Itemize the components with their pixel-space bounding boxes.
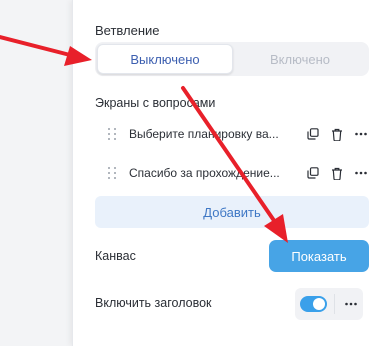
canvas-area	[0, 0, 72, 346]
show-canvas-button[interactable]: Показать	[269, 240, 369, 272]
more-horizontal-icon[interactable]	[353, 126, 369, 142]
header-toggle-switch[interactable]	[300, 296, 328, 312]
copy-icon[interactable]	[305, 165, 321, 181]
drag-handle-icon[interactable]	[105, 127, 119, 141]
screen-item[interactable]: Спасибо за прохождение...	[95, 159, 369, 187]
header-toggle-group	[295, 288, 363, 320]
branching-label: Ветвление	[95, 23, 160, 38]
copy-icon[interactable]	[305, 126, 321, 142]
canvas-label: Канвас	[95, 249, 136, 263]
settings-panel: Ветвление Выключено Включено Экраны с во…	[72, 0, 379, 346]
header-toggle-label: Включить заголовок	[95, 296, 212, 310]
more-horizontal-icon[interactable]	[339, 292, 363, 316]
trash-icon[interactable]	[329, 126, 345, 142]
branching-off-option[interactable]: Выключено	[97, 44, 233, 74]
trash-icon[interactable]	[329, 165, 345, 181]
more-horizontal-icon[interactable]	[353, 165, 369, 181]
screens-label: Экраны с вопросами	[95, 96, 216, 110]
drag-handle-icon[interactable]	[105, 166, 119, 180]
divider	[334, 294, 336, 314]
screen-item[interactable]: Выберите планировку ва...	[95, 120, 369, 148]
screen-item-title: Спасибо за прохождение...	[129, 166, 280, 180]
branching-switch: Выключено Включено	[95, 42, 369, 76]
screen-item-title: Выберите планировку ва...	[129, 127, 279, 141]
branching-on-option[interactable]: Включено	[233, 44, 367, 74]
add-screen-button[interactable]: Добавить	[95, 196, 369, 228]
